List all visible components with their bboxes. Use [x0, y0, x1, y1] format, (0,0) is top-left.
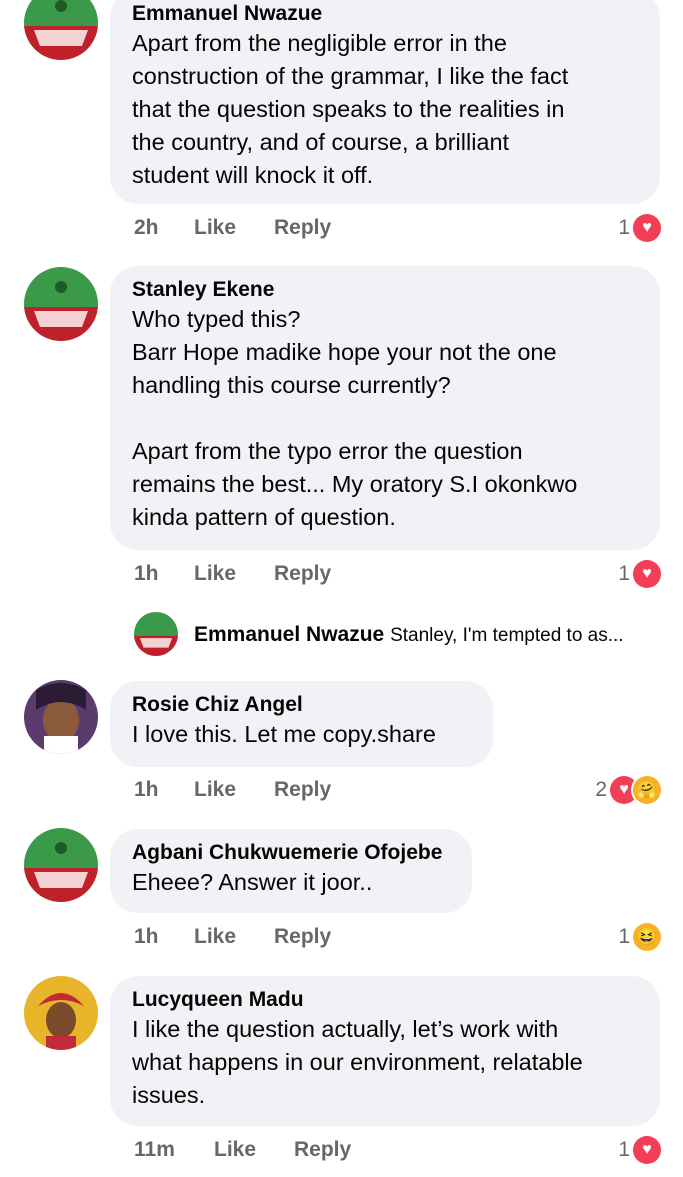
- comment-bubble: Stanley Ekene Who typed this? Barr Hope …: [110, 266, 660, 550]
- haha-icon: 😆: [633, 923, 661, 951]
- comment-actions: 1h Like Reply: [134, 922, 331, 952]
- reaction-count[interactable]: 1 😆: [618, 922, 661, 952]
- reply-button[interactable]: Reply: [274, 559, 331, 589]
- comment-text: I like the question actually, let’s work…: [132, 1016, 583, 1108]
- reaction-count[interactable]: 2 ♥ 🤗: [595, 775, 661, 805]
- like-button[interactable]: Like: [194, 559, 274, 589]
- reply-button[interactable]: Reply: [274, 213, 331, 243]
- comment-text: Apart from the negligible error in the c…: [132, 30, 569, 188]
- comment-actions: 2h Like Reply: [134, 213, 331, 243]
- comment-bubble: Lucyqueen Madu I like the question actua…: [110, 976, 660, 1126]
- comment-actions: 1h Like Reply: [134, 775, 331, 805]
- comment-actions: 1h Like Reply: [134, 559, 331, 589]
- reply-snippet: Stanley, I'm tempted to as...: [390, 625, 624, 646]
- avatar[interactable]: [24, 0, 98, 60]
- reply-author[interactable]: Emmanuel Nwazue: [194, 623, 384, 646]
- comment-time: 2h: [134, 216, 159, 239]
- comment-actions: 11m Like Reply: [134, 1135, 351, 1165]
- comment-text: I love this. Let me copy.share: [132, 721, 436, 747]
- like-button[interactable]: Like: [214, 1135, 294, 1165]
- heart-icon: ♥: [633, 214, 661, 242]
- like-button[interactable]: Like: [194, 922, 274, 952]
- reaction-count[interactable]: 1 ♥: [618, 559, 661, 589]
- reply-button[interactable]: Reply: [294, 1135, 351, 1165]
- reply-button[interactable]: Reply: [274, 775, 331, 805]
- like-button[interactable]: Like: [194, 775, 274, 805]
- heart-icon: ♥: [633, 560, 661, 588]
- avatar[interactable]: [134, 612, 178, 656]
- like-button[interactable]: Like: [194, 213, 274, 243]
- reply-button[interactable]: Reply: [274, 922, 331, 952]
- comment-time: 1h: [134, 925, 159, 948]
- comment-author[interactable]: Rosie Chiz Angel: [132, 692, 471, 718]
- comment-bubble: Emmanuel Nwazue Apart from the negligibl…: [110, 0, 660, 204]
- comment-text: Who typed this? Barr Hope madike hope yo…: [132, 306, 578, 530]
- care-icon: 🤗: [633, 776, 661, 804]
- comment-time: 11m: [134, 1138, 175, 1161]
- heart-icon: ♥: [633, 1136, 661, 1164]
- comment-bubble: Rosie Chiz Angel I love this. Let me cop…: [110, 681, 493, 767]
- comment-author[interactable]: Emmanuel Nwazue: [132, 1, 638, 27]
- avatar[interactable]: [24, 828, 98, 902]
- avatar[interactable]: [24, 680, 98, 754]
- comment-bubble: Agbani Chukwuemerie Ofojebe Eheee? Answe…: [110, 829, 472, 913]
- comment-time: 1h: [134, 562, 159, 585]
- reply-preview[interactable]: Emmanuel Nwazue Stanley, I'm tempted to …: [194, 622, 624, 649]
- reaction-count[interactable]: 1 ♥: [618, 213, 661, 243]
- comment-author[interactable]: Agbani Chukwuemerie Ofojebe: [132, 840, 450, 866]
- reaction-count[interactable]: 1 ♥: [618, 1135, 661, 1165]
- comment-author[interactable]: Stanley Ekene: [132, 277, 638, 303]
- avatar[interactable]: [24, 976, 98, 1050]
- comment-author[interactable]: Lucyqueen Madu: [132, 987, 638, 1013]
- avatar[interactable]: [24, 267, 98, 341]
- comment-text: Eheee? Answer it joor..: [132, 869, 373, 895]
- comment-time: 1h: [134, 778, 159, 801]
